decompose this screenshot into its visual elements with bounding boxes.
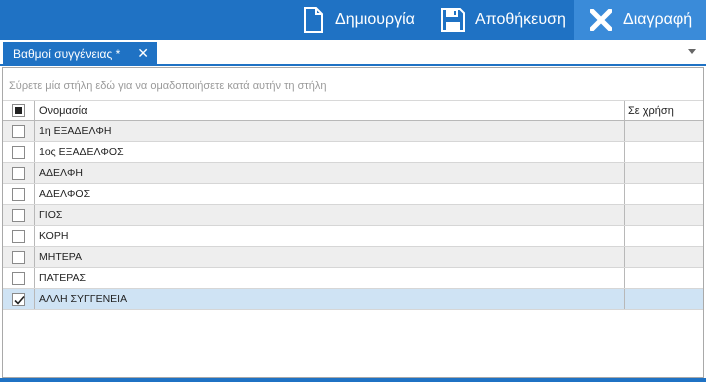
grid-header: Ονομασία Σε χρήση	[3, 101, 703, 121]
row-checkbox[interactable]	[12, 250, 25, 264]
row-check-cell	[3, 247, 35, 267]
row-name-cell[interactable]: ΑΛΛΗ ΣΥΓΓΕΝΕΙΑ	[35, 289, 625, 309]
save-button-label: Αποθήκευση	[475, 11, 566, 28]
select-all-cell	[3, 101, 35, 120]
new-document-icon	[300, 5, 326, 35]
row-checkbox[interactable]	[12, 124, 25, 138]
group-panel[interactable]: Σύρετε μία στήλη εδώ για να ομαδοποιήσετ…	[3, 68, 703, 101]
column-header-name[interactable]: Ονομασία	[35, 101, 625, 120]
toolbar: Δημιουργία Αποθήκευση Διαγραφή	[0, 0, 706, 40]
column-header-in-use[interactable]: Σε χρήση	[625, 101, 703, 120]
table-row[interactable]: ΓΙΟΣ	[3, 205, 703, 226]
row-checkbox[interactable]	[12, 145, 25, 159]
row-checkbox[interactable]	[12, 166, 25, 180]
row-name-cell[interactable]: 1ος ΕΞΑΔΕΛΦΟΣ	[35, 142, 625, 162]
table-row[interactable]: ΚΟΡΗ	[3, 226, 703, 247]
row-checkbox[interactable]	[12, 292, 25, 306]
table-row[interactable]: ΠΑΤΕΡΑΣ	[3, 268, 703, 289]
delete-button-label: Διαγραφή	[623, 11, 693, 28]
row-name-cell[interactable]: ΚΟΡΗ	[35, 226, 625, 246]
row-name-cell[interactable]: ΑΔΕΛΦΗ	[35, 163, 625, 183]
row-name-cell[interactable]: ΜΗΤΕΡΑ	[35, 247, 625, 267]
row-check-cell	[3, 142, 35, 162]
row-name-cell[interactable]: ΠΑΤΕΡΑΣ	[35, 268, 625, 288]
row-check-cell	[3, 205, 35, 225]
row-in-use-cell[interactable]	[625, 163, 703, 183]
row-check-cell	[3, 163, 35, 183]
new-button[interactable]: Δημιουργία	[300, 0, 415, 40]
tab-title: Βαθμοί συγγένειας *	[13, 47, 121, 61]
row-check-cell	[3, 289, 35, 309]
table-row[interactable]: ΑΛΛΗ ΣΥΓΓΕΝΕΙΑ	[3, 289, 703, 310]
row-checkbox[interactable]	[12, 208, 25, 222]
bottom-border	[0, 378, 706, 382]
tab-close-icon[interactable]: ✕	[137, 45, 149, 62]
row-checkbox[interactable]	[12, 229, 25, 243]
row-checkbox[interactable]	[12, 271, 25, 285]
save-button[interactable]: Αποθήκευση	[440, 0, 566, 40]
row-in-use-cell[interactable]	[625, 121, 703, 141]
tab-kinship-degrees[interactable]: Βαθμοί συγγένειας * ✕	[3, 42, 157, 66]
row-checkbox[interactable]	[12, 187, 25, 201]
table-row[interactable]: 1ος ΕΞΑΔΕΛΦΟΣ	[3, 142, 703, 163]
new-button-label: Δημιουργία	[335, 11, 415, 28]
row-check-cell	[3, 121, 35, 141]
data-grid: Σύρετε μία στήλη εδώ για να ομαδοποιήσετ…	[2, 67, 704, 378]
row-in-use-cell[interactable]	[625, 226, 703, 246]
table-row[interactable]: 1η ΕΞΑΔΕΛΦΗ	[3, 121, 703, 142]
row-name-cell[interactable]: ΑΔΕΛΦΟΣ	[35, 184, 625, 204]
row-check-cell	[3, 268, 35, 288]
tab-bar: Βαθμοί συγγένειας * ✕	[0, 40, 706, 66]
table-row[interactable]: ΜΗΤΕΡΑ	[3, 247, 703, 268]
row-in-use-cell[interactable]	[625, 289, 703, 309]
delete-button[interactable]: Διαγραφή	[574, 0, 706, 40]
row-in-use-cell[interactable]	[625, 205, 703, 225]
table-row[interactable]: ΑΔΕΛΦΗ	[3, 163, 703, 184]
row-name-cell[interactable]: ΓΙΟΣ	[35, 205, 625, 225]
row-in-use-cell[interactable]	[625, 268, 703, 288]
checkmark-icon	[14, 295, 25, 305]
row-check-cell	[3, 226, 35, 246]
select-all-checkbox[interactable]	[12, 104, 25, 117]
delete-x-icon	[588, 5, 614, 35]
row-in-use-cell[interactable]	[625, 247, 703, 267]
grid-body: 1η ΕΞΑΔΕΛΦΗ 1ος ΕΞΑΔΕΛΦΟΣ ΑΔΕΛΦΗ ΑΔΕΛΦΟΣ ΓΙΟ…	[3, 121, 703, 310]
row-name-cell[interactable]: 1η ΕΞΑΔΕΛΦΗ	[35, 121, 625, 141]
row-in-use-cell[interactable]	[625, 184, 703, 204]
save-disk-icon	[440, 5, 466, 35]
tab-dropdown-icon[interactable]	[688, 49, 696, 54]
row-check-cell	[3, 184, 35, 204]
row-in-use-cell[interactable]	[625, 142, 703, 162]
table-row[interactable]: ΑΔΕΛΦΟΣ	[3, 184, 703, 205]
